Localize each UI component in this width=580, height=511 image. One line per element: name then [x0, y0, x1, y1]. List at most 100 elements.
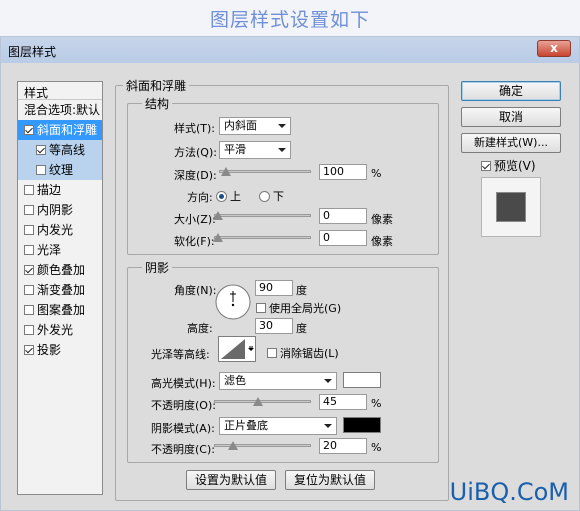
highlight-opacity-slider[interactable] [214, 397, 311, 407]
altitude-unit: 度 [296, 322, 307, 335]
angle-input[interactable]: 90 [255, 280, 293, 296]
highlight-color-swatch[interactable] [343, 372, 381, 388]
highlight-mode-select[interactable]: 滤色 [219, 372, 337, 390]
sidebar-item-label: 纹理 [49, 163, 74, 177]
shadow-mode-select[interactable]: 正片叠底 [219, 417, 337, 435]
preview-checkbox[interactable]: 预览(V) [481, 157, 536, 174]
preview-swatch-icon [496, 192, 526, 222]
new-style-button[interactable]: 新建样式(W)... [461, 133, 561, 153]
checkbox-gradient-overlay[interactable] [24, 285, 34, 295]
checkbox-contour[interactable] [36, 145, 46, 155]
chevron-down-icon [278, 148, 286, 152]
method-value: 平滑 [224, 143, 246, 156]
sidebar-item-label: 斜面和浮雕 [37, 123, 98, 137]
highlight-opacity-input[interactable]: 45 [319, 394, 367, 410]
global-light-checkbox[interactable]: 使用全局光(G) [256, 300, 341, 316]
sidebar-item-label: 图案叠加 [37, 303, 86, 317]
depth-slider[interactable] [219, 167, 311, 177]
angle-unit: 度 [296, 284, 307, 297]
shadow-opacity-slider[interactable] [214, 441, 311, 451]
sidebar-item-stroke[interactable]: 描边 [18, 180, 102, 200]
checkbox-global-light[interactable] [256, 303, 266, 313]
sidebar-item-outer-glow[interactable]: 外发光 [18, 320, 102, 340]
slider-thumb[interactable] [212, 233, 223, 242]
sidebar-item-color-overlay[interactable]: 颜色叠加 [18, 260, 102, 280]
checkbox-pattern-overlay[interactable] [24, 305, 34, 315]
chevron-down-icon [278, 124, 286, 128]
direction-up-radio[interactable]: 上 [216, 188, 241, 204]
sidebar-item-contour[interactable]: 等高线 [18, 140, 102, 160]
checkbox-texture[interactable] [36, 165, 46, 175]
checkbox-satin[interactable] [24, 245, 34, 255]
sidebar-item-bevel[interactable]: 斜面和浮雕 [18, 120, 102, 140]
size-input[interactable]: 0 [319, 208, 367, 224]
depth-unit: % [371, 167, 382, 180]
sidebar-item-blend-options[interactable]: 混合选项:默认 [18, 100, 102, 120]
style-preview-box [481, 177, 541, 237]
soften-slider[interactable] [212, 233, 311, 243]
checkbox-color-overlay[interactable] [24, 265, 34, 275]
sidebar-item-label: 内阴影 [37, 203, 74, 217]
antialias-checkbox[interactable]: 消除锯齿(L) [267, 345, 339, 361]
shadow-opacity-input[interactable]: 20 [319, 438, 367, 454]
close-button[interactable]: x [537, 40, 571, 57]
chevron-down-icon [324, 424, 332, 428]
sidebar-item-inner-shadow[interactable]: 内阴影 [18, 200, 102, 220]
sidebar-item-label: 内发光 [37, 223, 74, 237]
slider-thumb[interactable] [212, 211, 223, 220]
checkbox-drop-shadow[interactable] [24, 345, 34, 355]
sidebar-item-label: 颜色叠加 [37, 263, 86, 277]
checkbox-antialias[interactable] [267, 348, 277, 358]
highlight-opacity-label: 不透明度(O): [151, 399, 216, 412]
ok-button[interactable]: 确定 [461, 81, 561, 101]
checkbox-outer-glow[interactable] [24, 325, 34, 335]
shadow-opacity-unit: % [371, 441, 382, 454]
sidebar-item-satin[interactable]: 光泽 [18, 240, 102, 260]
sidebar-item-inner-glow[interactable]: 内发光 [18, 220, 102, 240]
shadow-mode-label: 阴影模式(A): [151, 422, 215, 435]
radio-up[interactable] [216, 191, 227, 202]
size-label: 大小(Z): [174, 213, 216, 226]
gloss-contour-label: 光泽等高线: [151, 348, 210, 361]
direction-down-radio[interactable]: 下 [259, 188, 284, 204]
size-unit: 像素 [371, 213, 393, 226]
global-light-label: 使用全局光(G) [269, 302, 342, 315]
angle-dial[interactable] [214, 283, 252, 321]
cancel-button[interactable]: 取消 [461, 107, 561, 127]
checkbox-preview[interactable] [481, 161, 491, 171]
method-label: 方法(Q): [174, 146, 217, 159]
checkbox-inner-shadow[interactable] [24, 205, 34, 215]
slider-track [214, 236, 311, 239]
radio-down-label: 下 [273, 190, 284, 203]
sidebar-item-gradient-overlay[interactable]: 渐变叠加 [18, 280, 102, 300]
depth-input[interactable]: 100 [319, 164, 367, 180]
shadow-opacity-label: 不透明度(C): [151, 443, 215, 456]
radio-down[interactable] [259, 191, 270, 202]
gloss-contour-picker[interactable] [218, 336, 256, 362]
depth-label: 深度(D): [174, 169, 217, 182]
slider-thumb[interactable] [221, 167, 232, 176]
size-slider[interactable] [212, 211, 311, 221]
checkbox-stroke[interactable] [24, 185, 34, 195]
slider-thumb[interactable] [228, 441, 239, 450]
layer-style-dialog: 图层样式 x 样式 混合选项:默认 斜面和浮雕 等高线 纹理 描边 内阴影 内发… [0, 36, 580, 511]
highlight-opacity-unit: % [371, 397, 382, 410]
reset-default-button[interactable]: 复位为默认值 [285, 470, 375, 490]
shadow-color-swatch[interactable] [343, 417, 381, 433]
chevron-down-icon [324, 379, 332, 383]
sidebar-item-label: 光泽 [37, 243, 62, 257]
style-select[interactable]: 内斜面 [219, 117, 291, 135]
method-select[interactable]: 平滑 [219, 141, 291, 159]
sidebar-item-texture[interactable]: 纹理 [18, 160, 102, 180]
soften-input[interactable]: 0 [319, 230, 367, 246]
dialog-title: 图层样式 [8, 45, 57, 59]
sidebar-item-label: 等高线 [49, 143, 86, 157]
sidebar-item-pattern-overlay[interactable]: 图案叠加 [18, 300, 102, 320]
checkbox-bevel[interactable] [24, 125, 34, 135]
altitude-input[interactable]: 30 [255, 318, 293, 334]
checkbox-inner-glow[interactable] [24, 225, 34, 235]
highlight-mode-value: 滤色 [224, 374, 246, 387]
make-default-button[interactable]: 设置为默认值 [186, 470, 276, 490]
sidebar-item-drop-shadow[interactable]: 投影 [18, 340, 102, 360]
slider-thumb[interactable] [252, 397, 263, 406]
